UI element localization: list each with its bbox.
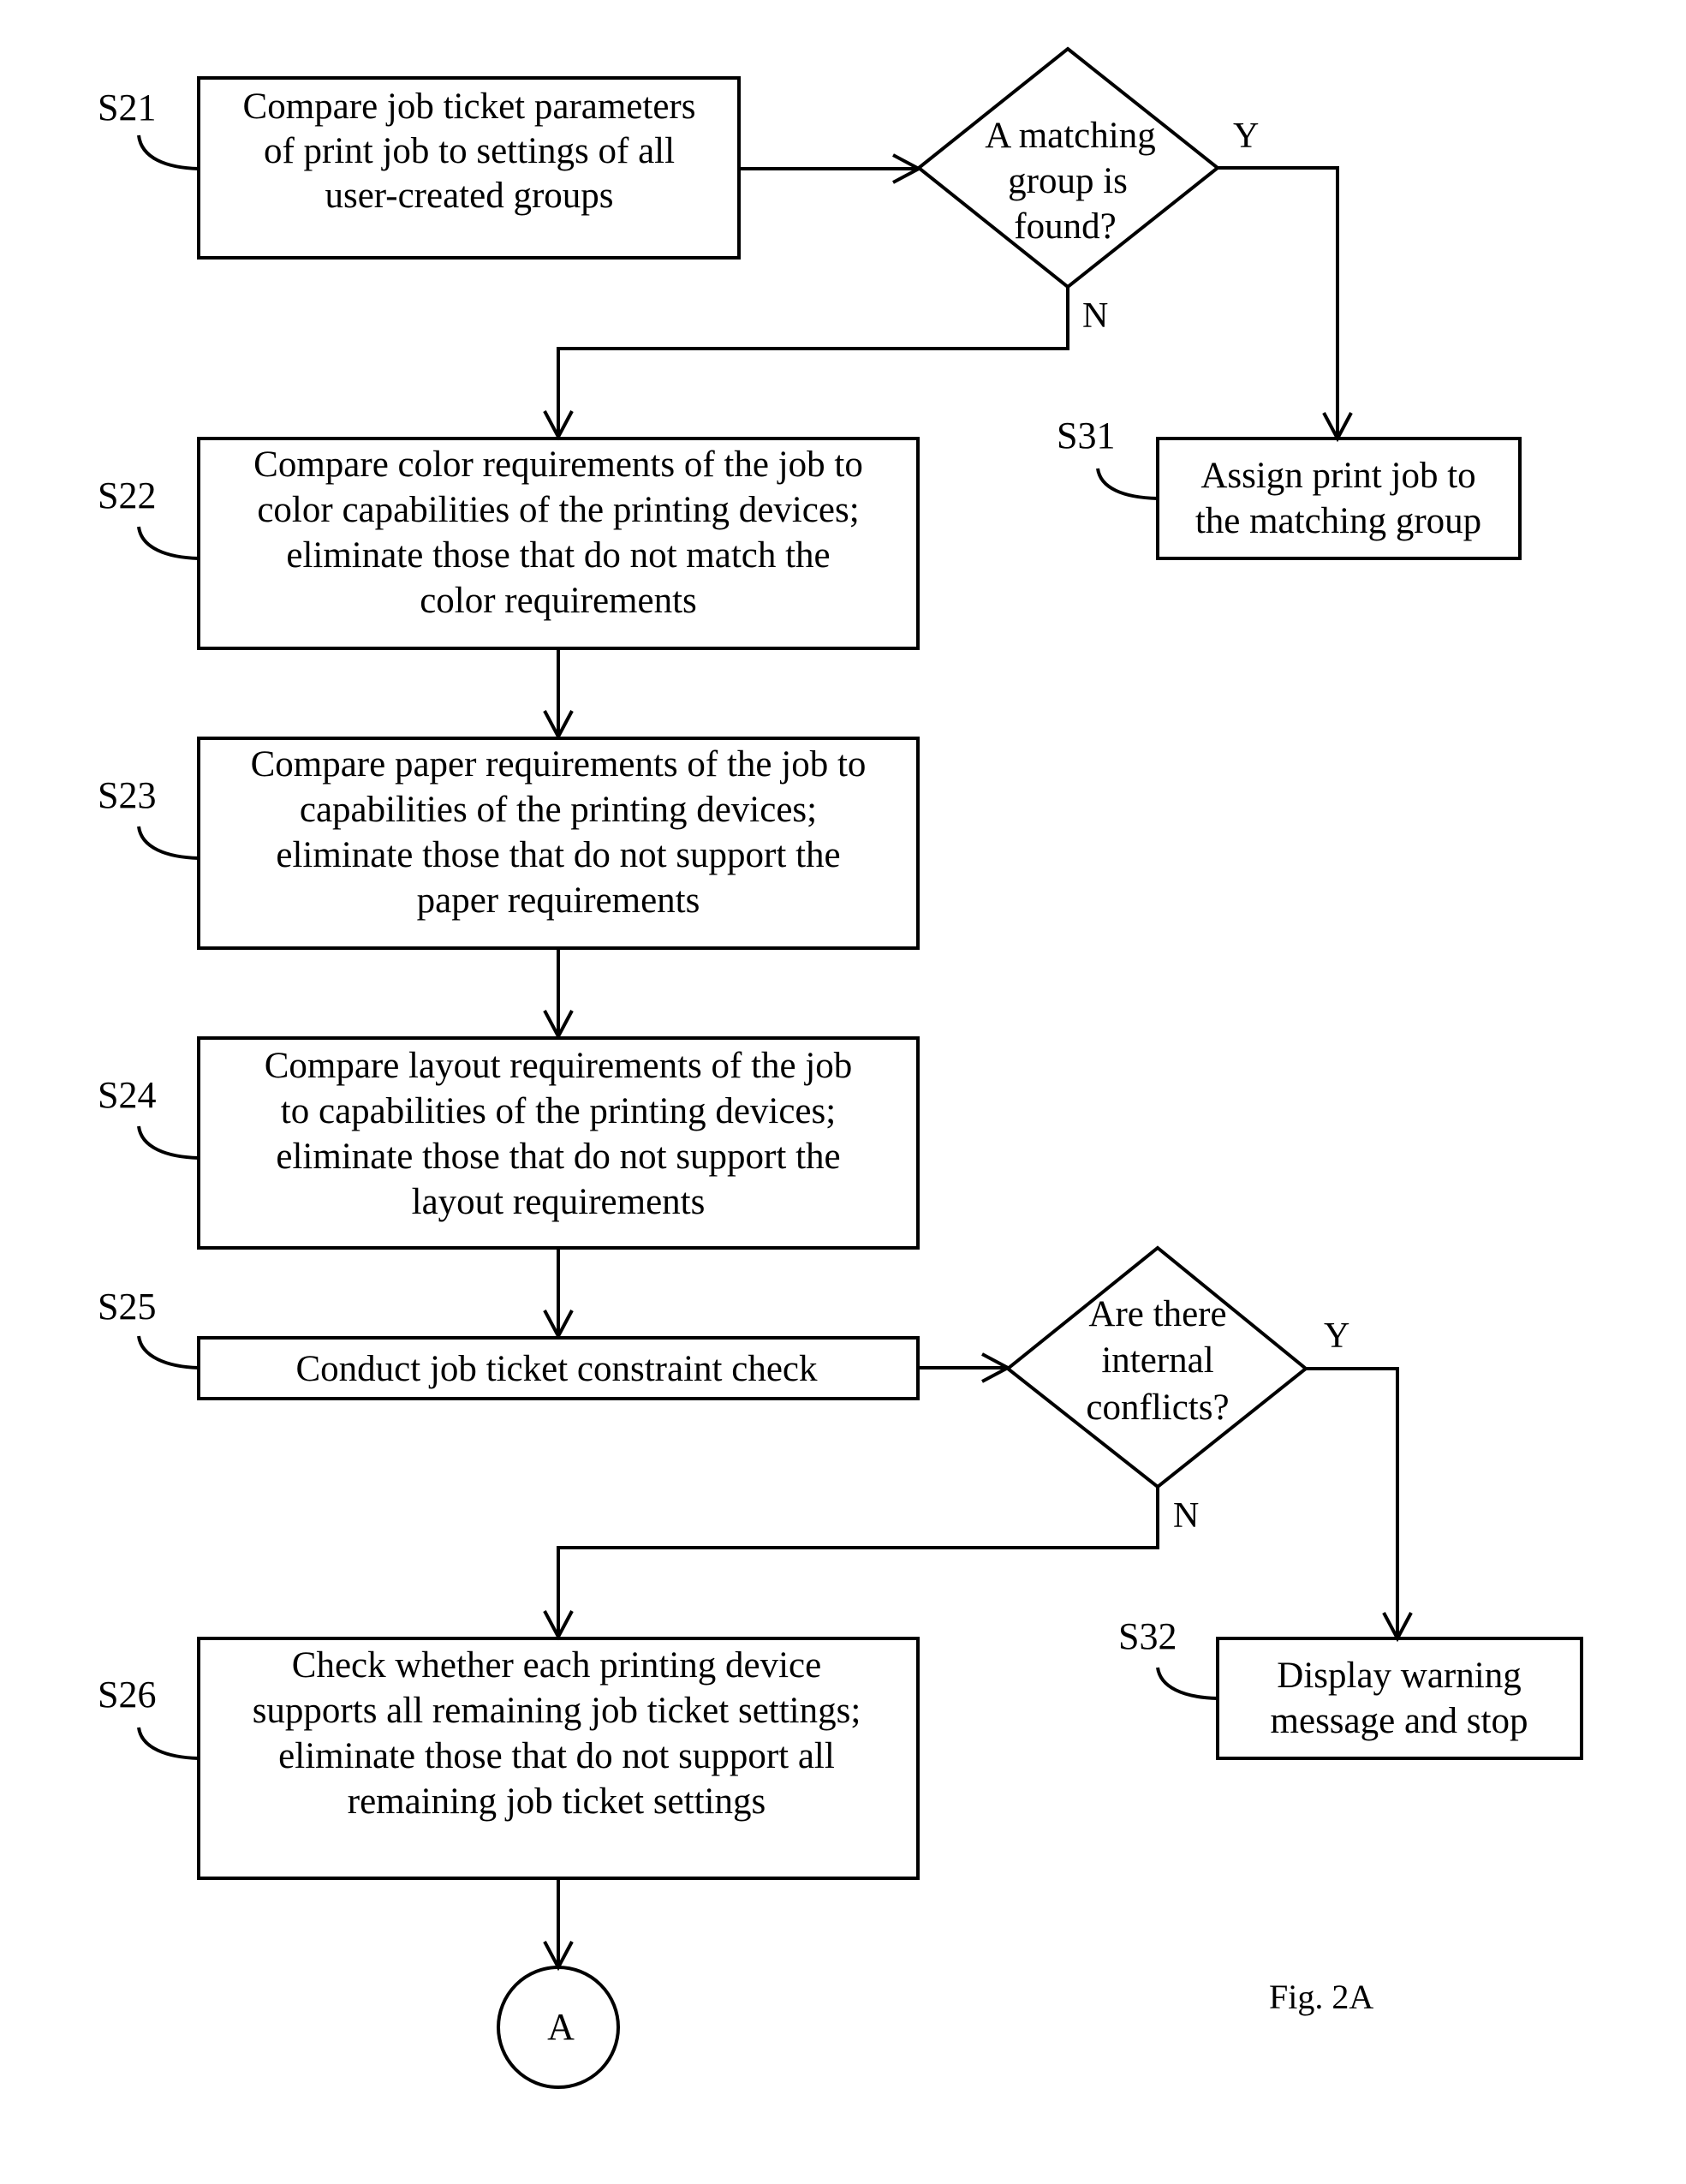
edge-d2-no-to-s26	[557, 1487, 1159, 1637]
step-s31-label: S31	[1057, 415, 1115, 456]
edge-d2-yes-to-s32	[1306, 1367, 1399, 1638]
step-s21-text-line-2: of print job to settings of all	[264, 131, 675, 171]
step-s22-text-line-2: color capabilities of the printing devic…	[257, 490, 859, 530]
step-s22-text-line-1: Compare color requirements of the job to	[253, 445, 863, 485]
step-s24-text-line-1: Compare layout requirements of the job	[265, 1046, 853, 1086]
step-s22-text-line-3: eliminate those that do not match the	[286, 535, 830, 576]
step-s22: S22 Compare color requirements of the jo…	[98, 437, 920, 650]
decision-d2: Are there internal conflicts? Y N	[1004, 1245, 1349, 1536]
step-s25-label: S25	[98, 1286, 156, 1328]
step-s26: S26 Check whether each printing device s…	[98, 1637, 920, 1880]
connector-a-label: A	[547, 2006, 575, 2048]
step-s25-leader	[137, 1335, 200, 1369]
step-s24-text-line-4: layout requirements	[412, 1182, 706, 1222]
step-s23-text-line-3: eliminate those that do not support the	[276, 835, 840, 875]
step-s32-text-line-2: message and stop	[1271, 1701, 1528, 1741]
decision-d2-text-line-1: Are there	[1088, 1294, 1226, 1334]
step-s23-leader	[137, 826, 200, 860]
edge-d1-yes-to-s31	[1218, 166, 1339, 439]
decision-d1-text-line-2: group is	[1008, 161, 1128, 201]
step-s24-text-line-2: to capabilities of the printing devices;	[281, 1091, 836, 1131]
decision-d2-text-line-3: conflicts?	[1086, 1387, 1229, 1428]
flowchart: S21 Compare job ticket parameters of pri…	[98, 46, 1583, 2089]
step-s31-leader	[1096, 468, 1159, 500]
edge-d1-no-to-s22	[557, 287, 1069, 437]
step-s21-leader	[137, 134, 200, 170]
step-s21-text-line-1: Compare job ticket parameters	[243, 87, 696, 127]
step-s25: S25 Conduct job ticket constraint check	[98, 1286, 920, 1400]
step-s24-label: S24	[98, 1074, 156, 1116]
figure-caption: Fig. 2A	[1269, 1978, 1373, 2016]
step-s26-text-line-2: supports all remaining job ticket settin…	[253, 1691, 861, 1731]
step-s32-text-line-1: Display warning	[1277, 1656, 1521, 1696]
decision-d2-yes-label: Y	[1324, 1316, 1349, 1356]
step-s24-text-line-3: eliminate those that do not support the	[276, 1137, 840, 1177]
step-s32-leader	[1156, 1667, 1218, 1700]
decision-d1: A matching group is found? Y N	[915, 46, 1259, 336]
connector-a: A	[497, 1966, 620, 2089]
step-s31-text-line-1: Assign print job to	[1200, 456, 1475, 496]
step-s21: S21 Compare job ticket parameters of pri…	[98, 76, 741, 260]
decision-d1-no-label: N	[1082, 296, 1108, 336]
step-s21-text-line-3: user-created groups	[325, 176, 613, 216]
step-s23-label: S23	[98, 774, 156, 816]
step-s26-text-line-1: Check whether each printing device	[292, 1645, 821, 1686]
step-s22-text-line-4: color requirements	[420, 581, 697, 621]
step-s24-leader	[137, 1125, 200, 1160]
decision-d1-text-line-3: found?	[1014, 206, 1116, 247]
decision-d1-yes-label: Y	[1233, 116, 1259, 156]
step-s22-label: S22	[98, 474, 156, 516]
step-s32: S32 Display warning message and stop	[1118, 1615, 1583, 1760]
step-s22-leader	[137, 526, 200, 560]
step-s31-text-line-2: the matching group	[1195, 501, 1481, 541]
step-s26-text-line-4: remaining job ticket settings	[348, 1781, 766, 1822]
decision-d2-text-line-2: internal	[1101, 1340, 1213, 1381]
step-s21-label: S21	[98, 87, 156, 128]
step-s23-text-line-4: paper requirements	[417, 880, 700, 921]
step-s23: S23 Compare paper requirements of the jo…	[98, 737, 920, 950]
decision-d2-no-label: N	[1173, 1496, 1199, 1536]
step-s26-label: S26	[98, 1674, 156, 1716]
step-s23-text-line-1: Compare paper requirements of the job to	[251, 744, 867, 785]
step-s26-leader	[137, 1727, 200, 1760]
step-s23-text-line-2: capabilities of the printing devices;	[300, 790, 817, 830]
step-s26-text-line-3: eliminate those that do not support all	[278, 1736, 835, 1776]
step-s25-text-line-1: Conduct job ticket constraint check	[296, 1349, 818, 1389]
step-s24: S24 Compare layout requirements of the j…	[98, 1036, 920, 1250]
decision-d1-text-line-1: A matching	[985, 116, 1155, 156]
step-s32-label: S32	[1118, 1615, 1177, 1657]
step-s31: S31 Assign print job to the matching gro…	[1057, 415, 1522, 560]
